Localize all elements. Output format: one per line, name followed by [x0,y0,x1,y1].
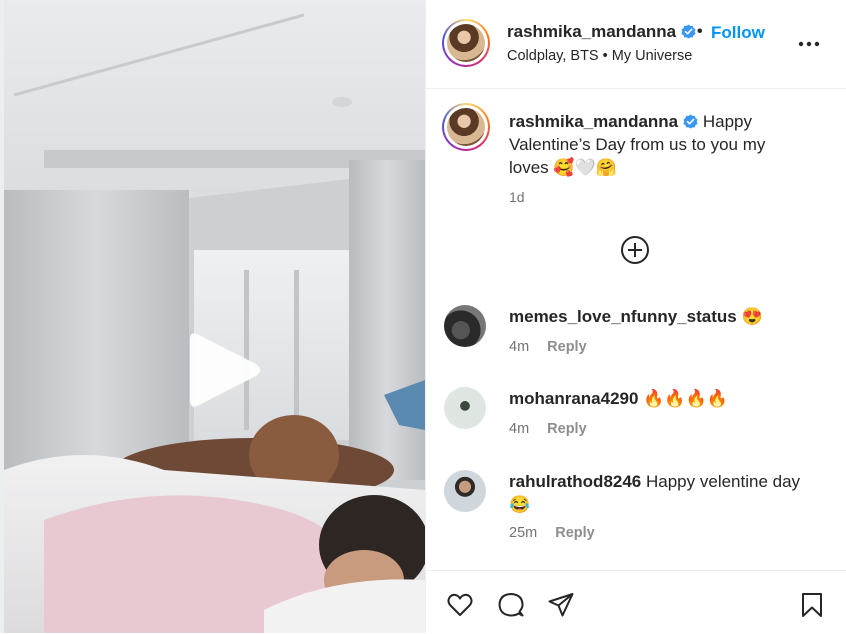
caption-username[interactable]: rashmika_mandanna [509,112,678,131]
comment-body: mohanrana4290 🔥🔥🔥🔥 [509,387,819,410]
add-circle-icon[interactable] [620,235,650,265]
action-bar [426,570,846,634]
verified-badge-icon [683,114,698,129]
reply-button[interactable]: Reply [547,339,587,355]
comment-meta: 4m Reply [509,421,587,437]
comment-body: rahulrathod8246 Happy velentine day 😂 [509,470,819,516]
comment-meta: 4m Reply [509,339,587,355]
comment-body: memes_love_nfunny_status 😍 [509,305,819,328]
instagram-post-view: rashmika_mandanna • Follow Coldplay, BTS… [0,0,846,633]
audio-subtitle[interactable]: Coldplay, BTS • My Universe [507,48,692,64]
author-username[interactable]: rashmika_mandanna [507,22,676,41]
commenter-username[interactable]: memes_love_nfunny_status [509,307,737,326]
post-header: rashmika_mandanna • Follow Coldplay, BTS… [426,0,846,89]
comment-time[interactable]: 4m [509,421,529,437]
post-video[interactable] [0,0,425,633]
reply-button[interactable]: Reply [555,525,595,541]
comment-text: 🔥🔥🔥🔥 [643,389,728,408]
comment-time[interactable]: 4m [509,339,529,355]
comment-time[interactable]: 25m [509,525,537,541]
caption-avatar[interactable] [442,103,490,151]
author-avatar[interactable] [442,19,490,67]
commenter-avatar[interactable] [444,387,486,429]
commenter-username[interactable]: mohanrana4290 [509,389,638,408]
bookmark-icon[interactable] [798,591,826,619]
header-username-row: rashmika_mandanna [507,22,696,42]
separator-dot: • [697,23,703,40]
commenter-avatar[interactable] [444,305,486,347]
comment-icon[interactable] [497,591,525,619]
send-icon[interactable] [547,591,575,619]
commenter-avatar[interactable] [444,470,486,512]
follow-button[interactable]: Follow [711,23,765,43]
commenter-username[interactable]: rahulrathod8246 [509,472,641,491]
play-icon[interactable] [184,330,262,410]
post-sidebar: rashmika_mandanna • Follow Coldplay, BTS… [425,0,846,633]
more-options-icon[interactable] [796,34,822,54]
video-frame-image [4,0,425,633]
caption-timestamp[interactable]: 1d [509,189,525,205]
heart-icon[interactable] [446,591,474,619]
comment-meta: 25m Reply [509,525,595,541]
comment-text: 😍 [741,307,763,326]
reply-button[interactable]: Reply [547,421,587,437]
verified-badge-icon [681,24,696,39]
post-caption: rashmika_mandanna Happy Valentine’s Day … [509,110,809,209]
